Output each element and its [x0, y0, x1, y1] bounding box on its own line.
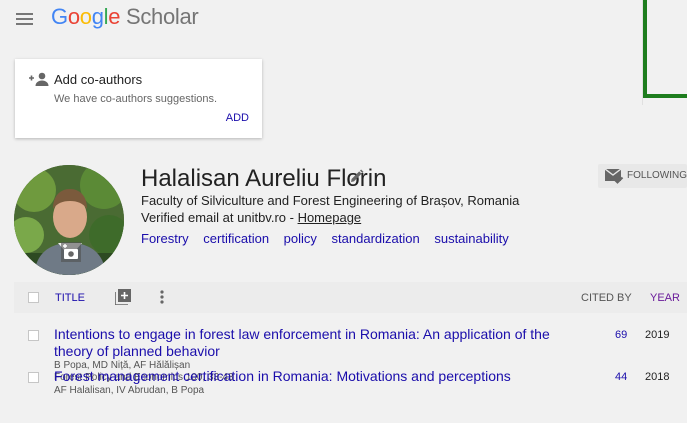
add-column-icon[interactable] [115, 289, 131, 305]
sort-by-title[interactable]: TITLE [55, 292, 85, 304]
interest-link[interactable]: sustainability [434, 231, 508, 246]
article-title-link[interactable]: Intentions to engage in forest law enfor… [54, 326, 559, 360]
google-scholar-logo[interactable]: Google Scholar [51, 4, 199, 30]
cited-by-count[interactable]: 69 [615, 329, 627, 341]
profile-email: Verified email at unitbv.ro - Homepage [141, 210, 361, 225]
logo-letter: o [79, 4, 92, 29]
select-all-checkbox[interactable] [28, 292, 39, 303]
row-checkbox[interactable] [28, 372, 39, 383]
articles-table-header: TITLE CITED BY YEAR [14, 282, 687, 313]
highlight-frame [643, 0, 687, 98]
row-checkbox[interactable] [28, 330, 39, 341]
table-row: Forest management certification in Roman… [14, 368, 687, 408]
logo-letter: g [91, 4, 104, 29]
logo-suffix: Scholar [120, 4, 199, 29]
interest-link[interactable]: certification [203, 231, 269, 246]
logo-letter: G [51, 4, 68, 29]
email-follow-icon [605, 169, 624, 184]
header-bar: Google Scholar [0, 0, 687, 38]
camera-icon[interactable] [61, 242, 81, 262]
add-coauthors-button[interactable]: ADD [226, 112, 249, 124]
coauthors-card: Add co-authors We have co-authors sugges… [15, 59, 262, 138]
coauthors-title: Add co-authors [54, 72, 143, 87]
add-person-icon [29, 72, 49, 86]
follow-button[interactable]: FOLLOWING [598, 164, 687, 188]
pencil-icon[interactable] [349, 169, 364, 184]
more-vert-icon[interactable] [160, 289, 164, 305]
email-text: Verified email at unitbv.ro - [141, 210, 298, 225]
interests-list: Forestry certification policy standardiz… [141, 231, 520, 246]
cited-by-header[interactable]: CITED BY [581, 292, 632, 304]
cited-by-count[interactable]: 44 [615, 371, 627, 383]
article-authors: AF Halalisan, IV Abrudan, B Popa [54, 385, 205, 396]
article-title-link[interactable]: Forest management certification in Roman… [54, 368, 559, 385]
menu-icon[interactable] [16, 13, 33, 26]
coauthors-subtitle: We have co-authors suggestions. [54, 93, 218, 105]
interest-link[interactable]: policy [284, 231, 317, 246]
logo-letter: e [108, 4, 121, 29]
sort-by-year[interactable]: YEAR [650, 292, 680, 304]
follow-label: FOLLOWING [627, 170, 687, 181]
article-year: 2019 [645, 329, 670, 341]
article-year: 2018 [645, 371, 670, 383]
homepage-link[interactable]: Homepage [298, 210, 362, 225]
profile-affiliation: Faculty of Silviculture and Forest Engin… [141, 193, 520, 208]
logo-letter: o [67, 4, 80, 29]
interest-link[interactable]: standardization [332, 231, 420, 246]
interest-link[interactable]: Forestry [141, 231, 189, 246]
